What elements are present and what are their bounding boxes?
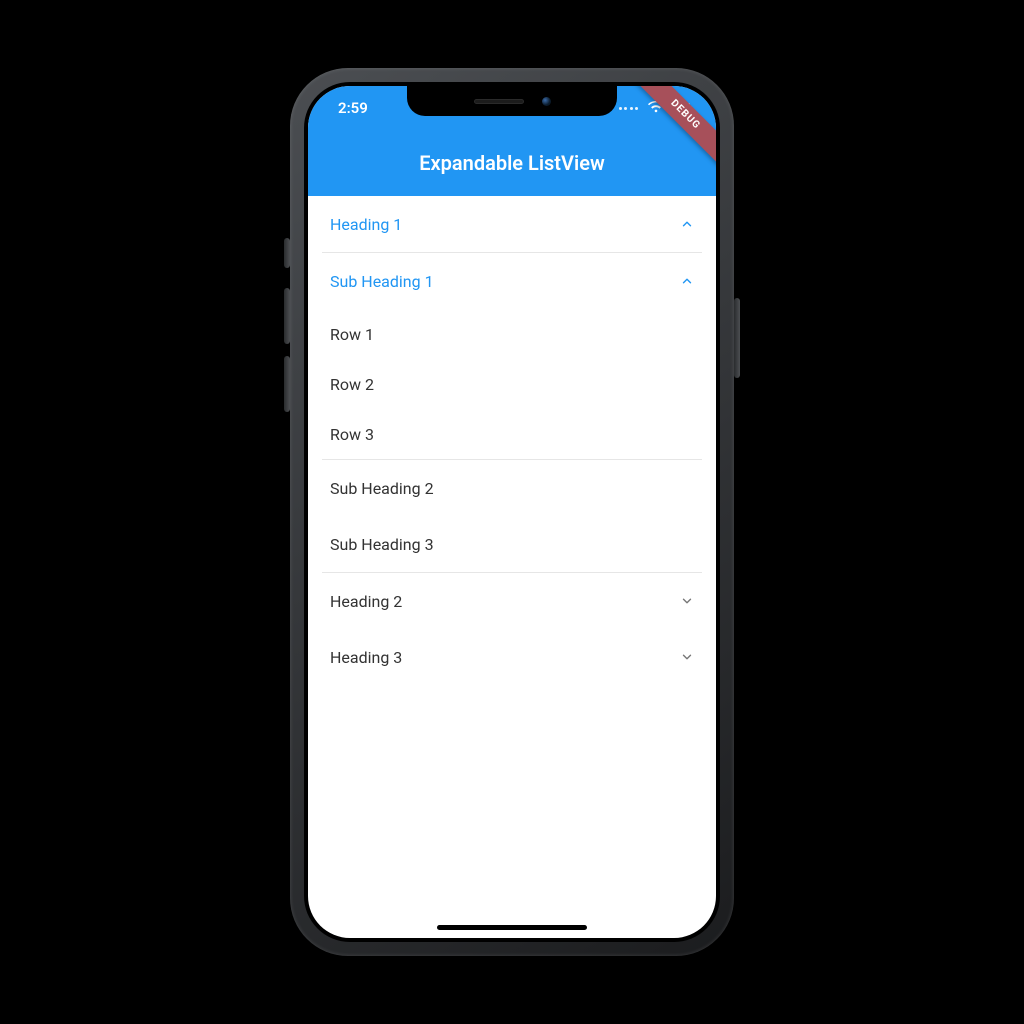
row-label: Row 3 — [330, 425, 374, 444]
phone-mute-switch — [284, 238, 290, 268]
tile-label: Heading 1 — [330, 215, 680, 234]
tile-label: Sub Heading 1 — [330, 272, 680, 291]
tile-sub-heading-2[interactable]: Sub Heading 2 — [308, 460, 716, 516]
notch — [407, 86, 617, 116]
list-item[interactable]: Row 3 — [308, 409, 716, 459]
screen: DEBUG 2:59 — [308, 86, 716, 938]
tile-heading-2[interactable]: Heading 2 — [308, 573, 716, 629]
tile-label: Sub Heading 3 — [330, 535, 694, 554]
phone-power-button — [734, 298, 740, 378]
stage: DEBUG 2:59 — [0, 0, 1024, 1024]
front-camera — [542, 97, 551, 106]
list-item[interactable]: Row 1 — [308, 309, 716, 359]
home-indicator[interactable] — [437, 925, 587, 930]
cellular-signal-icon — [619, 107, 639, 110]
phone-volume-down — [284, 356, 290, 412]
tile-sub-heading-3[interactable]: Sub Heading 3 — [308, 516, 716, 572]
chevron-down-icon — [680, 650, 694, 664]
phone-frame: DEBUG 2:59 — [290, 68, 734, 956]
app-title: Expandable ListView — [308, 130, 716, 196]
speaker-grille — [474, 99, 524, 104]
phone-bezel: DEBUG 2:59 — [304, 82, 720, 942]
tile-heading-1[interactable]: Heading 1 — [308, 196, 716, 252]
row-label: Row 1 — [330, 325, 374, 344]
status-time: 2:59 — [328, 99, 368, 117]
tile-label: Heading 2 — [330, 592, 680, 611]
list-item[interactable]: Row 2 — [308, 359, 716, 409]
tile-label: Sub Heading 2 — [330, 479, 694, 498]
tile-label: Heading 3 — [330, 648, 680, 667]
chevron-down-icon — [680, 594, 694, 608]
tile-sub-heading-1[interactable]: Sub Heading 1 — [308, 253, 716, 309]
expandable-list[interactable]: Heading 1 Sub Heading 1 — [308, 196, 716, 685]
chevron-up-icon — [680, 274, 694, 288]
tile-heading-3[interactable]: Heading 3 — [308, 629, 716, 685]
chevron-up-icon — [680, 217, 694, 231]
row-label: Row 2 — [330, 375, 374, 394]
phone-volume-up — [284, 288, 290, 344]
